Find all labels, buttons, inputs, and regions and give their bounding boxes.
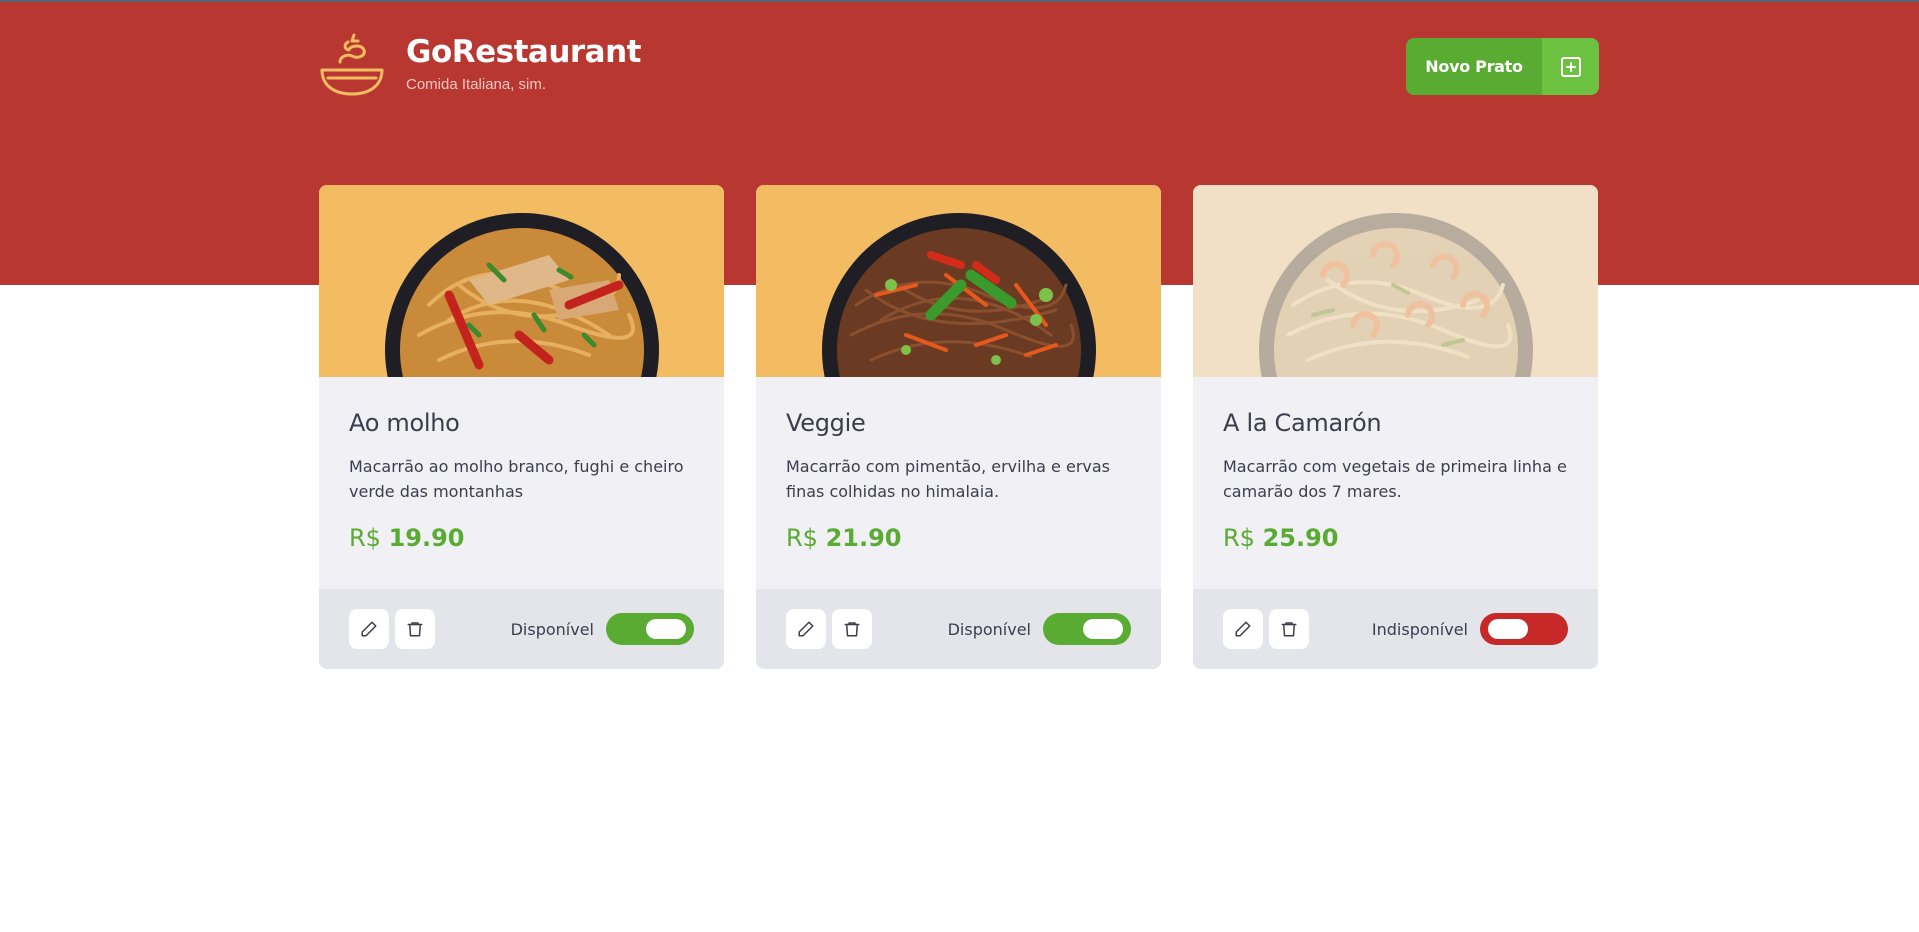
food-card-body: Ao molho Macarrão ao molho branco, fughi… [319,377,724,589]
edit-button[interactable] [349,609,389,649]
food-card-footer: Disponível [319,589,724,669]
dish-price: R$ 25.90 [1223,522,1568,554]
currency-label: R$ [1223,524,1255,552]
edit-button[interactable] [786,609,826,649]
app-title: GoRestaurant [406,34,642,70]
food-card: Ao molho Macarrão ao molho branco, fughi… [319,185,724,669]
bowl-icon [320,33,384,96]
toggle-knob [646,619,686,639]
trash-icon [1281,622,1297,637]
brand: GoRestaurant Comida Italiana, sim. [318,32,642,98]
currency-label: R$ [349,524,381,552]
pencil-icon [1235,621,1251,637]
dish-description: Macarrão com vegetais de primeira linha … [1223,457,1567,501]
availability: Disponível [948,613,1131,645]
availability-toggle[interactable] [1043,613,1131,645]
food-card-footer: Indisponível [1193,589,1598,669]
availability: Disponível [511,613,694,645]
food-image [756,185,1161,377]
delete-button[interactable] [1269,609,1309,649]
new-dish-button[interactable]: Novo Prato [1406,38,1599,95]
dish-name: A la Camarón [1223,409,1382,437]
edit-button[interactable] [1223,609,1263,649]
dish-description: Macarrão ao molho branco, fughi e cheiro… [349,457,684,501]
price-value: 21.90 [825,524,902,552]
trash-icon [407,622,423,637]
app-subtitle: Comida Italiana, sim. [406,76,547,93]
currency-label: R$ [786,524,818,552]
food-card: A la Camarón Macarrão com vegetais de pr… [1193,185,1598,669]
food-card: Veggie Macarrão com pimentão, ervilha e … [756,185,1161,669]
toggle-knob [1488,619,1528,639]
food-card-body: A la Camarón Macarrão com vegetais de pr… [1193,377,1598,589]
delete-button[interactable] [832,609,872,649]
availability-label: Disponível [510,619,594,639]
pencil-icon [361,621,377,637]
pencil-icon [798,621,814,637]
delete-button[interactable] [395,609,435,649]
price-value: 19.90 [388,524,465,552]
price-value: 25.90 [1262,524,1339,552]
new-dish-button-label: Novo Prato [1406,38,1542,95]
availability-toggle[interactable] [606,613,694,645]
food-image [1193,185,1598,377]
availability-label: Indisponível [1371,619,1468,639]
availability: Indisponível [1372,613,1568,645]
dish-price: R$ 19.90 [349,522,694,554]
dish-description: Macarrão com pimentão, ervilha e ervas f… [786,457,1111,501]
dish-name: Veggie [786,409,866,437]
toggle-knob [1083,619,1123,639]
food-card-footer: Disponível [756,589,1161,669]
food-list: Ao molho Macarrão ao molho branco, fughi… [319,185,1598,669]
availability-label: Disponível [947,619,1031,639]
food-card-body: Veggie Macarrão com pimentão, ervilha e … [756,377,1161,589]
plus-square-icon [1542,38,1599,95]
availability-toggle[interactable] [1480,613,1568,645]
dish-price: R$ 21.90 [786,522,1131,554]
dish-name: Ao molho [349,409,460,437]
trash-icon [844,622,860,637]
food-image [319,185,724,377]
